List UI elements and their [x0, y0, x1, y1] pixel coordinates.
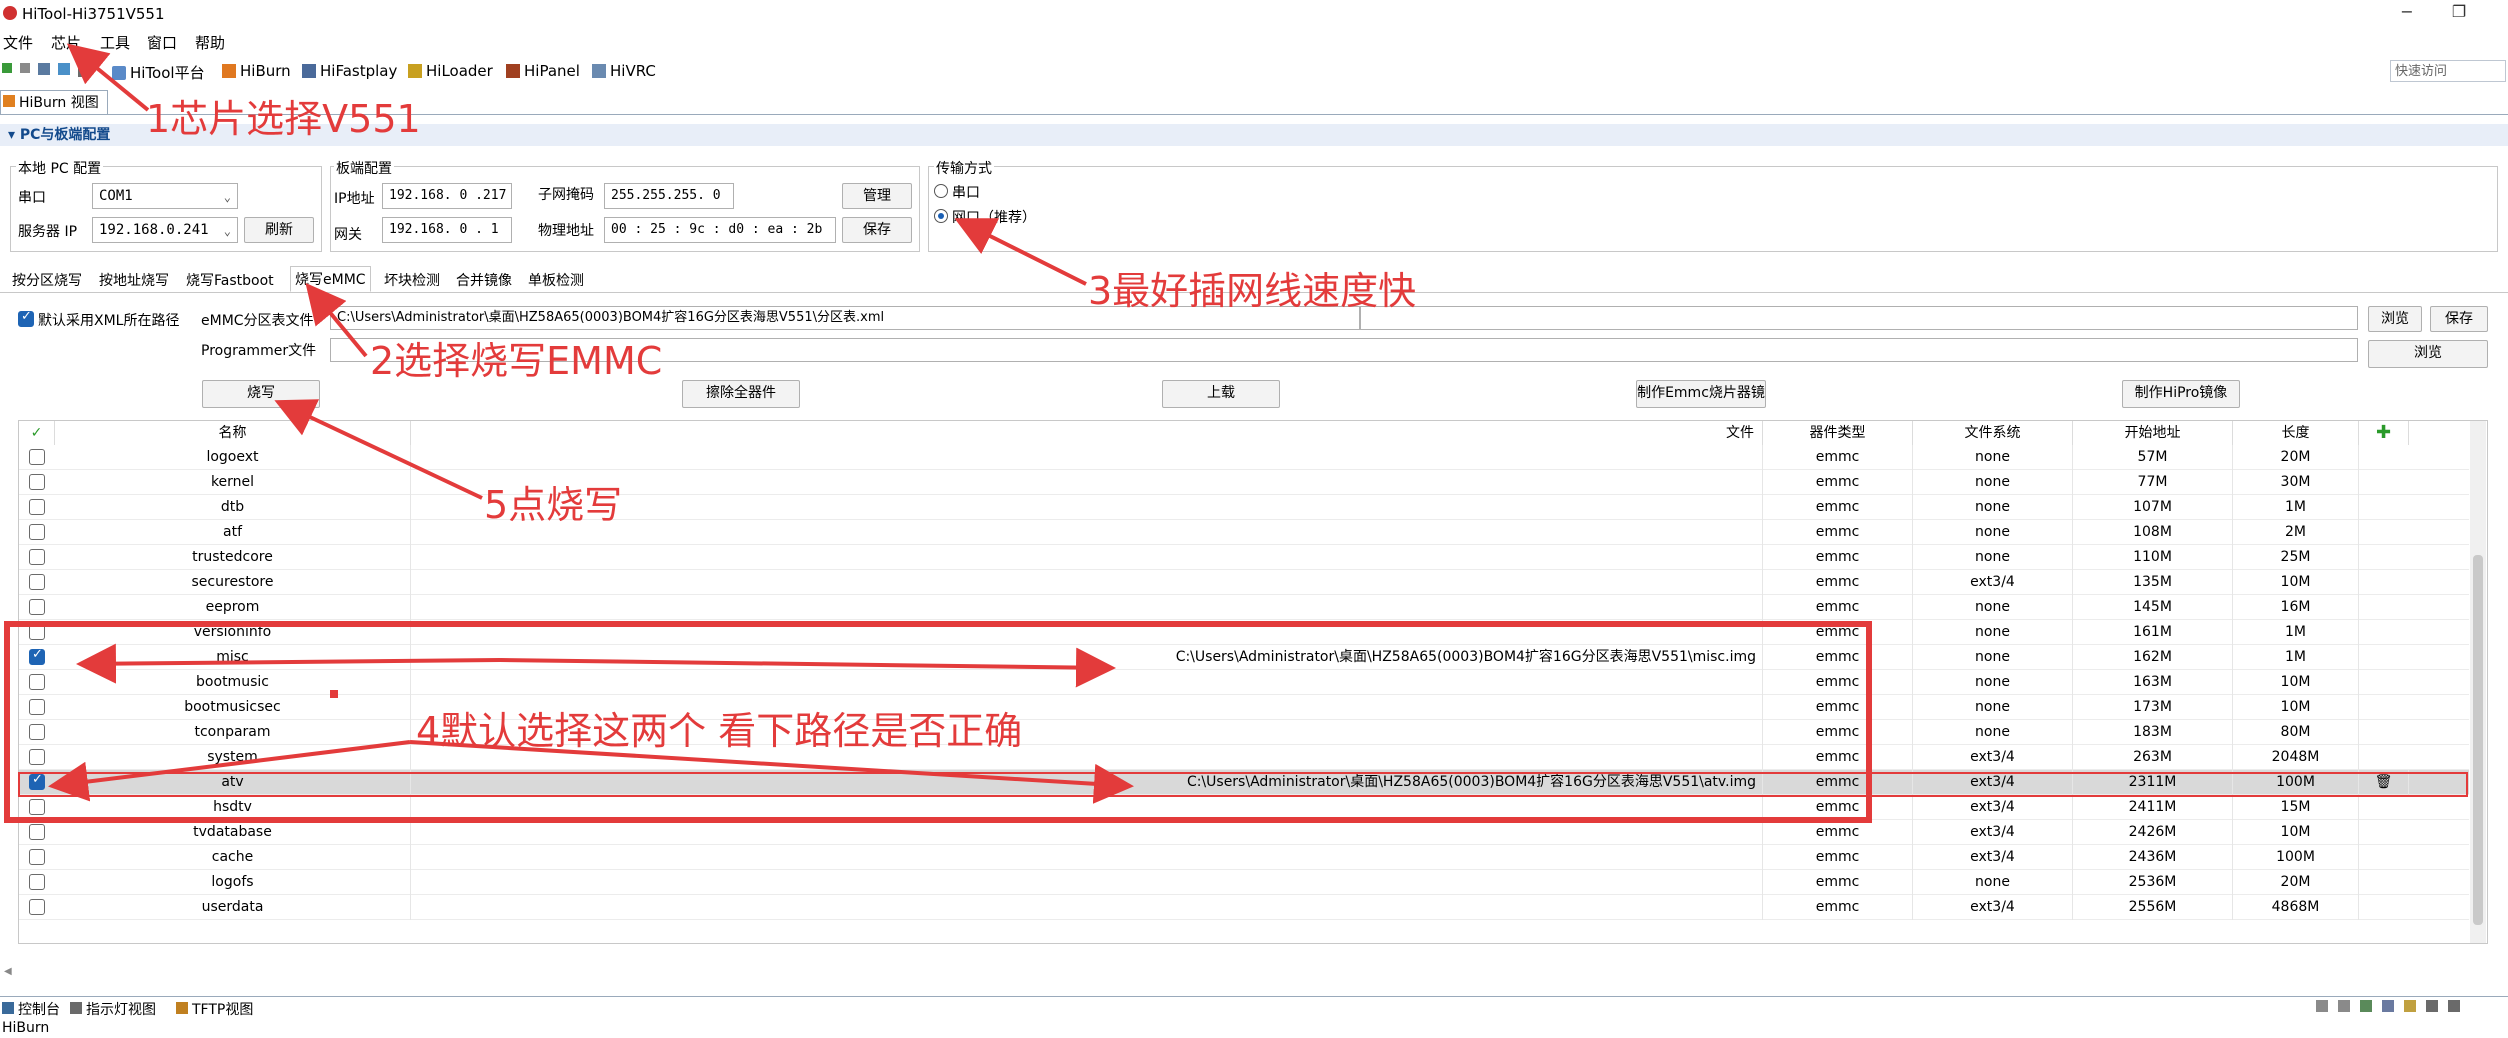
annotation-step-4: 4默认选择这两个 看下路径是否正确 [416, 709, 1023, 753]
arrow-to-chip-menu [66, 43, 150, 112]
annotation-step-3: 3最好插网线速度快 [1088, 269, 1417, 313]
arrow-to-atv-check [48, 740, 411, 802]
annotation-arrows [48, 43, 1134, 804]
annotation-step-2: 2选择烧写EMMC [370, 339, 663, 383]
arrow-to-network-radio [954, 218, 1087, 286]
annotation-step-5: 5点烧写 [484, 483, 623, 527]
annotation-step-1: 1芯片选择V551 [146, 97, 421, 141]
arrow-to-misc-check [76, 643, 501, 684]
arrow-to-burn-button [274, 399, 483, 500]
arrow-to-misc-path [499, 647, 1116, 688]
arrow-to-emmc-tab [305, 282, 368, 358]
